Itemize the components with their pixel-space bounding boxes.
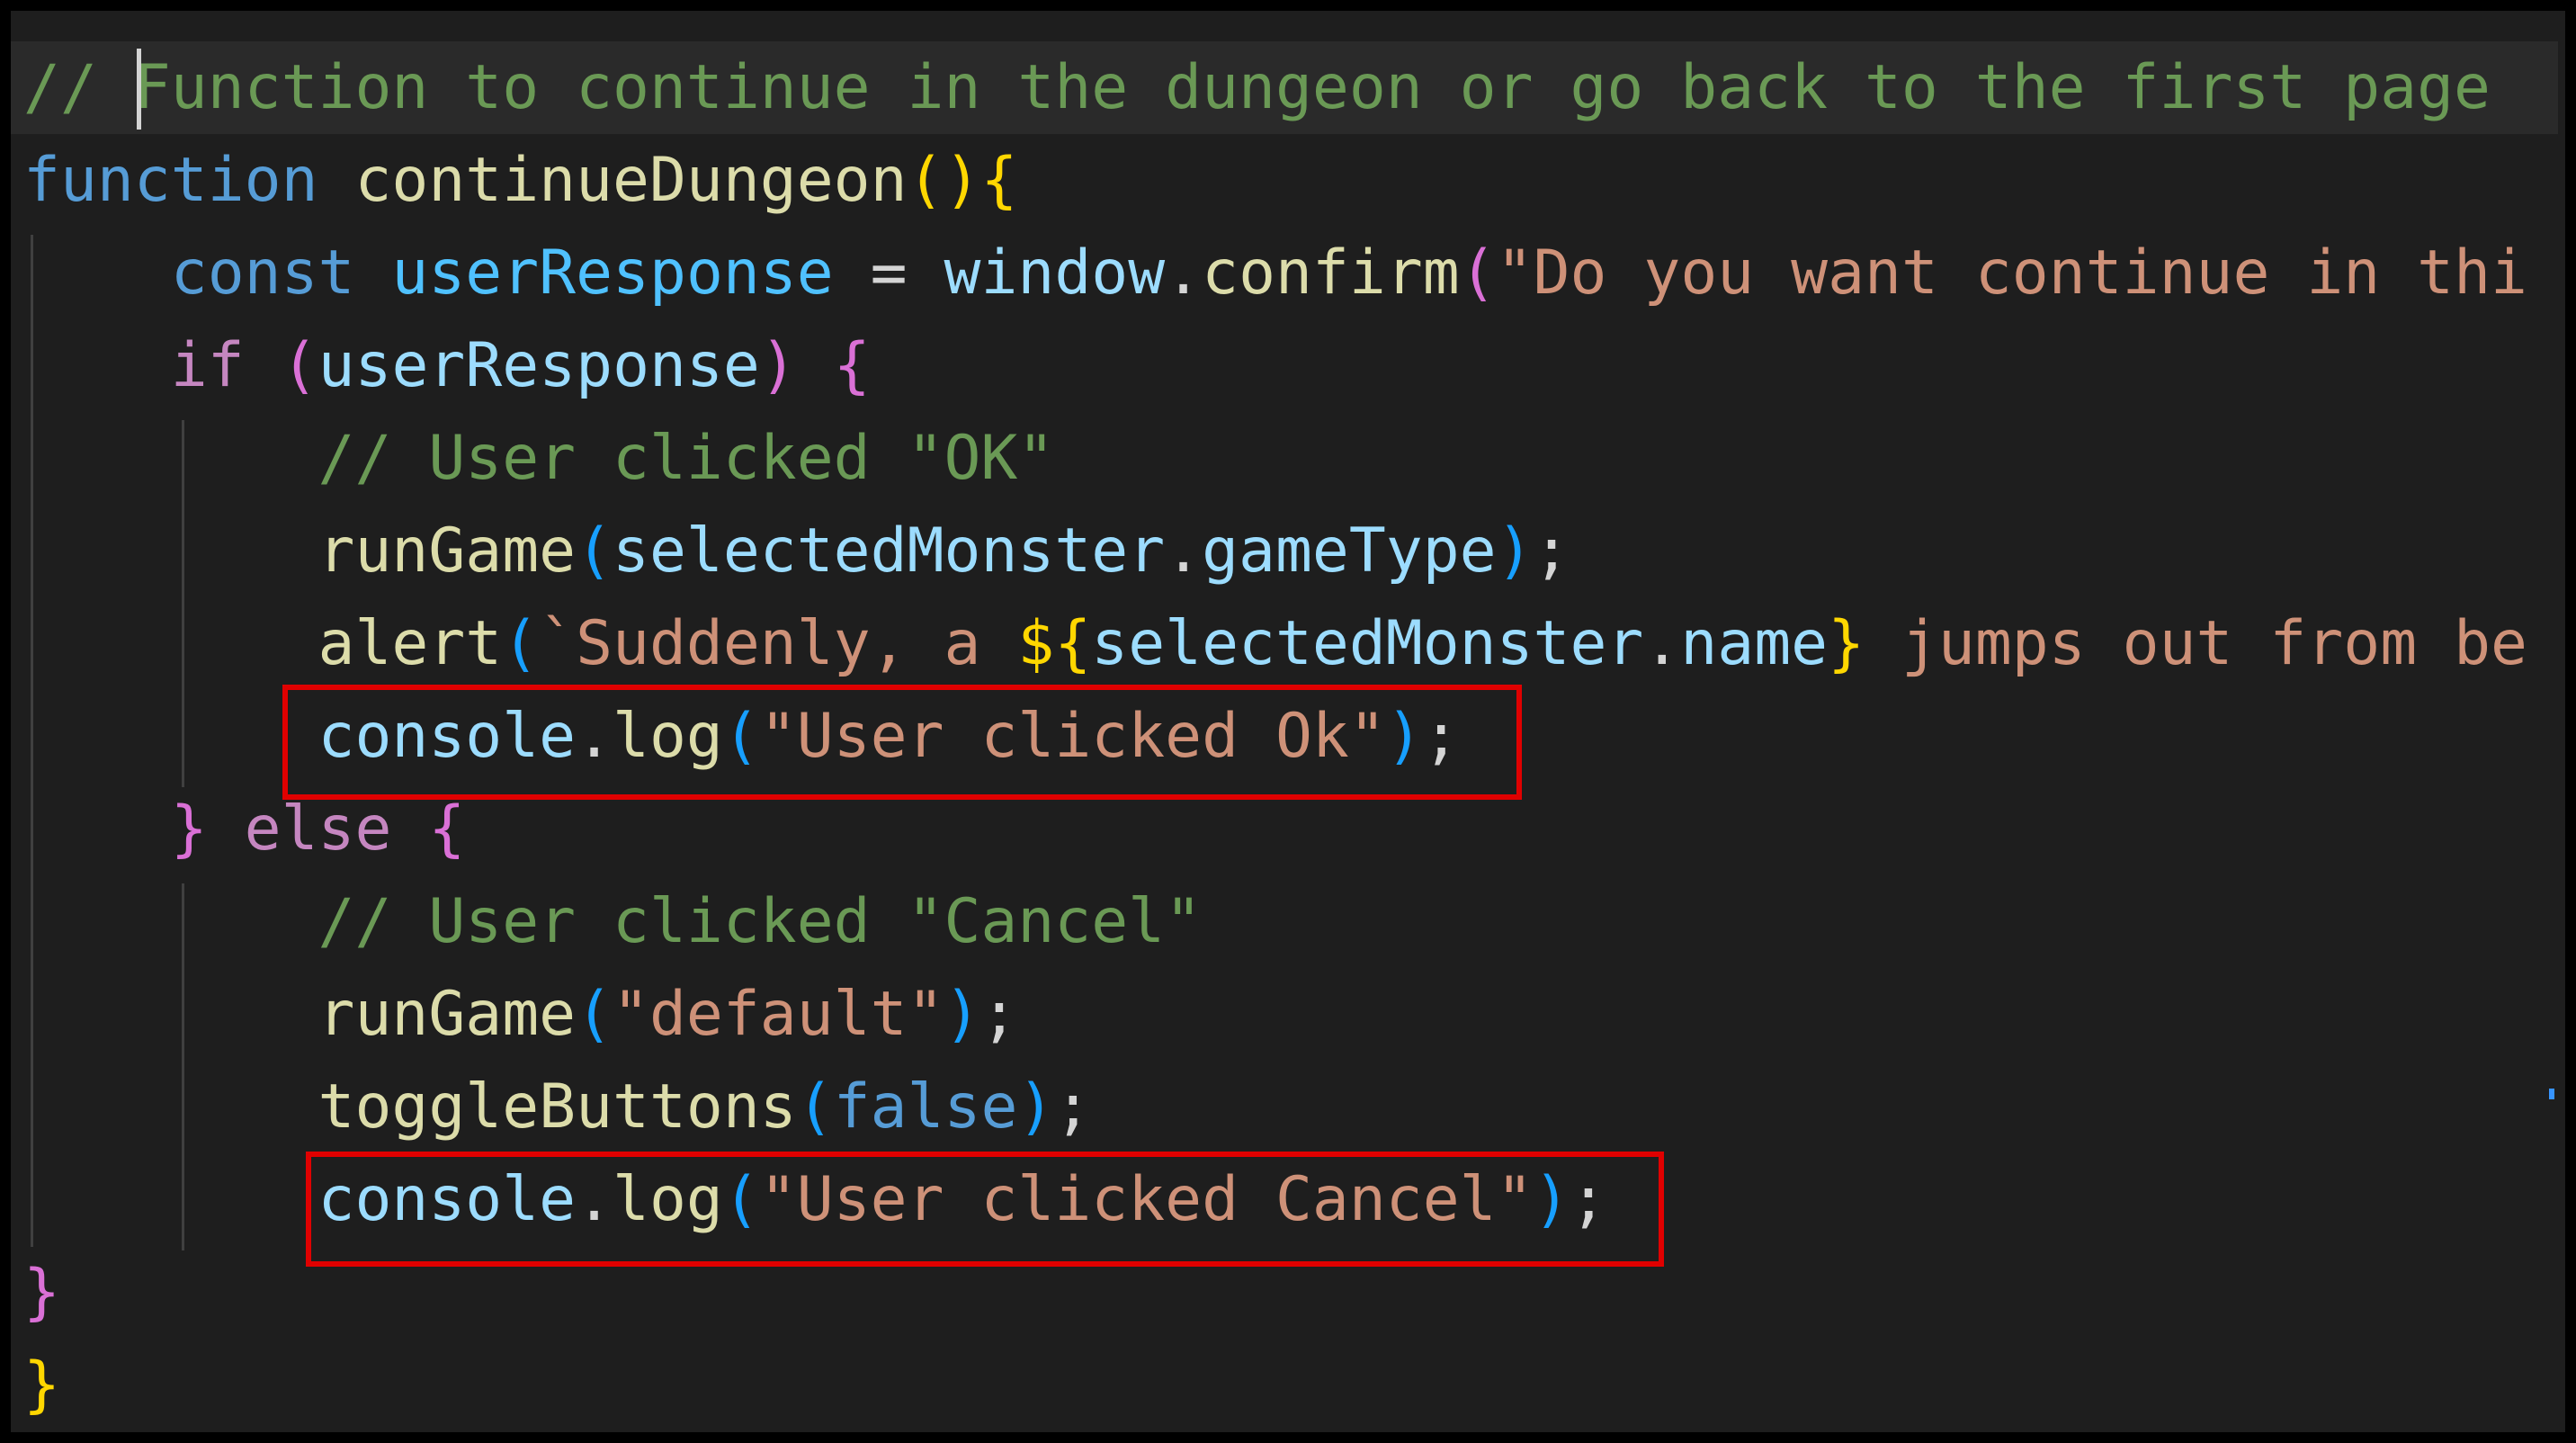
code-token: ) [759,330,797,401]
code-token: () [907,145,981,216]
code-line[interactable]: alert(`Suddenly, a ${selectedMonster.nam… [23,597,2527,690]
code-token: `Suddenly, a [539,608,1018,679]
code-line[interactable]: } [23,1246,60,1339]
code-line[interactable]: // User clicked "Cancel" [23,875,1203,968]
screenshot-frame: // Function to continue in the dungeon o… [0,0,2576,1443]
code-token: else [244,793,392,865]
code-token: ${ [1017,608,1092,679]
code-token: { [833,330,871,401]
code-token: ; [1533,515,1570,587]
code-token: selectedMonster [613,515,1166,587]
code-line[interactable]: } [23,1339,60,1431]
code-token: function [23,145,318,216]
code-token: ( [576,979,613,1050]
code-token: Function to continue in the dungeon or g… [133,52,2491,123]
code-token: } [170,793,208,865]
code-line[interactable]: // User clicked "OK" [23,412,1055,505]
code-token: { [428,793,466,865]
code-token: name [1680,608,1829,679]
code-token: . [1643,608,1681,679]
code-line[interactable]: if (userResponse) { [23,319,871,412]
code-token: ; [980,979,1018,1050]
code-line[interactable]: runGame("default"); [23,968,1018,1061]
code-token: false [833,1071,1018,1143]
text-cursor [137,49,141,130]
code-token: } [1828,608,1865,679]
code-token: ) [1496,515,1534,587]
annotation-box-ok [282,685,1522,800]
code-token: ( [502,608,540,679]
code-token: gameType [1202,515,1497,587]
code-token: } [23,1257,60,1328]
code-token: ( [281,330,318,401]
code-token: userResponse [318,330,760,401]
code-token: toggleButtons [318,1071,797,1143]
code-token: ; [1054,1071,1092,1143]
code-token: userResponse [391,238,834,309]
code-token: window [944,238,1166,309]
code-line[interactable]: const userResponse = window.confirm("Do … [23,227,2527,319]
code-token: { [980,145,1018,216]
code-token: // User clicked "Cancel" [318,886,1203,957]
code-token: continueDungeon [354,145,908,216]
code-token: const [170,238,355,309]
code-token: selectedMonster [1091,608,1644,679]
code-token: // User clicked "OK" [318,423,1055,494]
code-token: alert [318,608,503,679]
code-token: . [1165,515,1203,587]
code-token: if [170,330,245,401]
code-line[interactable]: runGame(selectedMonster.gameType); [23,505,1570,597]
code-line[interactable]: toggleButtons(false); [23,1061,1092,1153]
code-token: "default" [613,979,944,1050]
code-token: = [833,238,944,309]
code-token: runGame [318,515,577,587]
code-editor[interactable]: // Function to continue in the dungeon o… [11,11,2558,1432]
code-token: ( [576,515,613,587]
code-token: ( [1459,238,1497,309]
overview-ruler-mark [2549,1089,2554,1099]
code-token: ) [1017,1071,1055,1143]
code-token: jumps out from be [1865,608,2527,679]
code-token: // [23,52,134,123]
code-token: } [23,1349,60,1421]
code-token: confirm [1202,238,1460,309]
code-line[interactable]: function continueDungeon(){ [23,134,1017,227]
code-token: ( [796,1071,834,1143]
annotation-box-cancel [306,1152,1664,1267]
code-line[interactable]: // Function to continue in the dungeon o… [23,41,2491,134]
code-token: "Do you want continue in thi [1496,238,2527,309]
code-token: . [1165,238,1203,309]
code-token: runGame [318,979,577,1050]
code-token: ) [944,979,981,1050]
